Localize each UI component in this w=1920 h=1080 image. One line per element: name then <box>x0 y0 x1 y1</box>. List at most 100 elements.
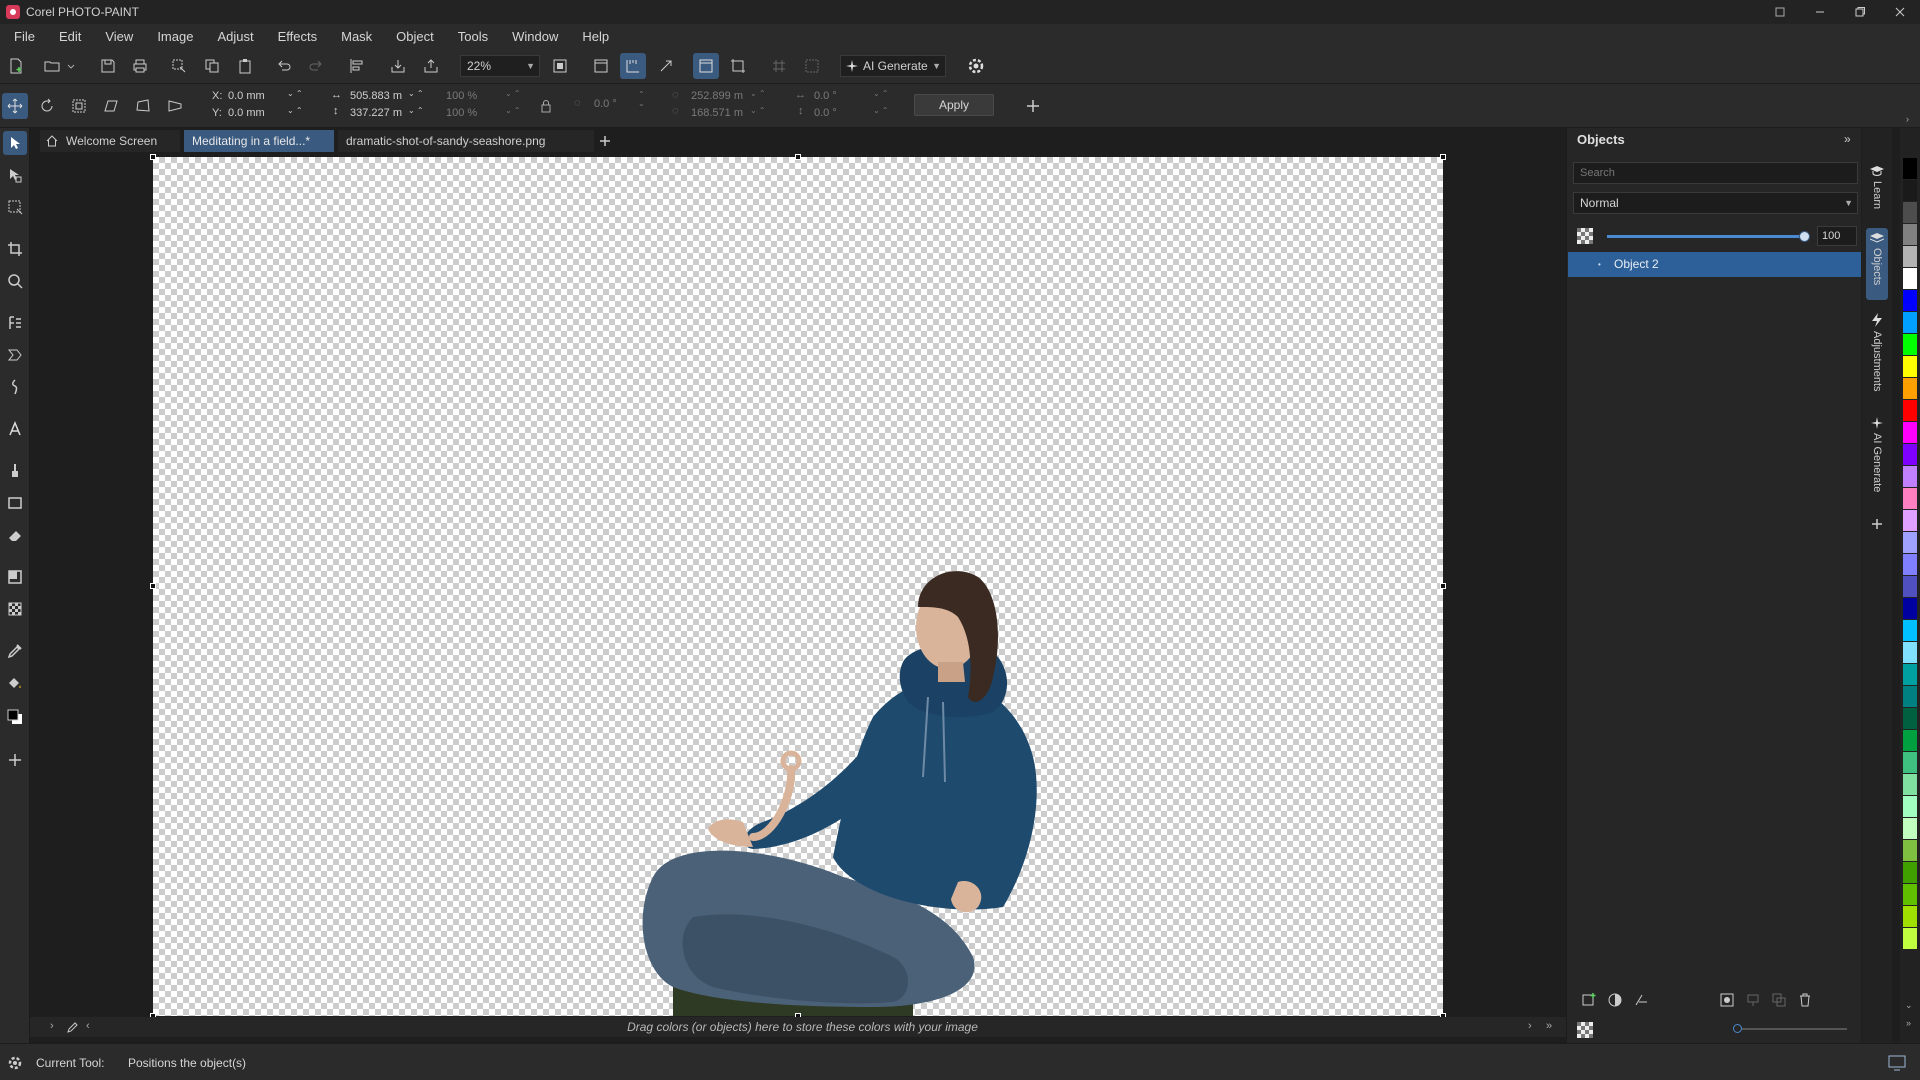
lock-ratio-icon[interactable] <box>533 93 559 119</box>
color-swatch[interactable] <box>1903 510 1917 531</box>
color-swatch[interactable] <box>1903 708 1917 729</box>
apply-button[interactable]: Apply <box>914 94 994 116</box>
crop-tool-icon[interactable] <box>3 237 27 261</box>
color-swatch[interactable] <box>1903 202 1917 223</box>
tab-meditating[interactable]: Meditating in a field...* <box>184 130 334 152</box>
export-icon[interactable] <box>418 53 444 79</box>
eyedropper-tool-icon[interactable] <box>3 639 27 663</box>
close-button[interactable] <box>1880 0 1920 24</box>
gear-icon[interactable] <box>7 1055 23 1071</box>
spin-arrows-icon[interactable]: ⌄ ⌃ <box>750 89 766 98</box>
spin-arrows-icon[interactable]: ⌄ ⌃ <box>505 106 521 115</box>
color-swatch[interactable] <box>1903 180 1917 201</box>
transparency-tool-icon[interactable] <box>3 565 27 589</box>
eraser-tool-icon[interactable] <box>3 523 27 547</box>
color-swatch[interactable] <box>1903 268 1917 289</box>
transparency-grid-icon[interactable] <box>1577 1022 1593 1038</box>
color-swatch[interactable] <box>1903 554 1917 575</box>
scale-mode-icon[interactable] <box>66 93 92 119</box>
open-dropdown-icon[interactable] <box>64 53 78 79</box>
resize-handle[interactable] <box>150 583 156 589</box>
color-swatch[interactable] <box>1903 686 1917 707</box>
color-swatch[interactable] <box>1903 466 1917 487</box>
color-swatch[interactable] <box>1903 532 1917 553</box>
color-swatch[interactable] <box>1903 884 1917 905</box>
minimize-button[interactable] <box>1800 0 1840 24</box>
object-transform-tool-icon[interactable] <box>3 163 27 187</box>
color-swatch[interactable] <box>1903 290 1917 311</box>
palette-scroll-up-icon[interactable]: › <box>1906 114 1909 124</box>
delete-trash-icon[interactable] <box>1797 992 1813 1008</box>
copy-icon[interactable] <box>199 53 225 79</box>
show-object-marquee-icon[interactable] <box>693 53 719 79</box>
tab-ai-generate[interactable]: AI Generate <box>1866 414 1888 506</box>
new-lens-icon[interactable] <box>1633 992 1649 1008</box>
spin-arrows-icon[interactable]: ⌄ ⌃ <box>408 89 424 98</box>
fill-tool-icon[interactable] <box>3 671 27 695</box>
palette-expand-icon[interactable]: » <box>1546 1020 1552 1032</box>
color-swatch[interactable] <box>1903 620 1917 641</box>
document-palette-bar[interactable]: › ‹ Drag colors (or objects) here to sto… <box>30 1017 1575 1037</box>
menu-tools[interactable]: Tools <box>458 29 488 44</box>
docker-pin-icon[interactable]: » <box>1844 132 1851 146</box>
menu-view[interactable]: View <box>105 29 133 44</box>
paint-tool-icon[interactable] <box>3 459 27 483</box>
blend-mode-dropdown[interactable]: Normal ▼ <box>1573 192 1858 214</box>
liquify-tool-icon[interactable] <box>3 375 27 399</box>
tab-objects[interactable]: Objects <box>1866 228 1888 300</box>
skew-mode-icon[interactable] <box>98 93 124 119</box>
color-swatch[interactable] <box>1903 730 1917 751</box>
options-gear-icon[interactable] <box>963 53 989 79</box>
full-screen-preview-icon[interactable] <box>588 53 614 79</box>
palette-expand-icon[interactable]: » <box>1906 1018 1911 1028</box>
add-icon[interactable] <box>1020 93 1046 119</box>
tab-learn[interactable]: Learn <box>1866 162 1888 220</box>
color-swatch[interactable] <box>1903 840 1917 861</box>
color-swatch[interactable] <box>1903 444 1917 465</box>
tab-adjustments[interactable]: Adjustments <box>1866 310 1888 402</box>
snap-icon[interactable] <box>653 53 679 79</box>
color-swatch[interactable] <box>1903 928 1917 949</box>
add-tool-icon[interactable] <box>3 748 27 772</box>
zoom-tool-icon[interactable] <box>3 269 27 293</box>
layer-expand-icon[interactable]: • <box>1598 252 1601 277</box>
color-swatch[interactable] <box>1903 906 1917 927</box>
resize-handle[interactable] <box>1440 583 1446 589</box>
menu-object[interactable]: Object <box>396 29 434 44</box>
checker-fill-tool-icon[interactable] <box>3 597 27 621</box>
resize-handle[interactable] <box>795 154 801 160</box>
mask-transform-tool-icon[interactable] <box>3 195 27 219</box>
opacity-slider[interactable] <box>1607 231 1810 242</box>
save-icon[interactable] <box>95 53 121 79</box>
rotate-mode-icon[interactable] <box>34 93 60 119</box>
red-eye-tool-icon[interactable] <box>3 311 27 335</box>
guidelines-icon[interactable] <box>799 53 825 79</box>
smear-tool-icon[interactable] <box>3 343 27 367</box>
print-icon[interactable] <box>127 53 153 79</box>
spin-arrows-icon[interactable]: ⌄ ⌃ <box>287 106 303 115</box>
new-tab-icon[interactable] <box>594 130 616 152</box>
skew-horizontal-field[interactable]: 0.0 ° <box>810 88 870 106</box>
restore-window-icon[interactable] <box>1760 0 1800 24</box>
spin-arrows-icon[interactable]: ⌄ ⌃ <box>873 89 889 98</box>
color-swatch[interactable] <box>1903 158 1917 179</box>
color-swatch[interactable] <box>1903 422 1917 443</box>
menu-image[interactable]: Image <box>157 29 193 44</box>
spin-arrows-icon[interactable]: ⌃ ⌄ <box>638 90 645 108</box>
color-swatch[interactable] <box>1903 224 1917 245</box>
spin-arrows-icon[interactable]: ⌄ ⌃ <box>408 106 424 115</box>
redo-icon[interactable] <box>303 53 329 79</box>
color-swatch[interactable] <box>1903 664 1917 685</box>
cut-icon[interactable] <box>166 53 192 79</box>
new-object-icon[interactable] <box>1581 992 1597 1008</box>
add-docker-icon[interactable] <box>1871 518 1883 530</box>
pick-tool-icon[interactable] <box>3 131 27 155</box>
tab-welcome-screen[interactable]: Welcome Screen <box>40 130 180 152</box>
new-document-icon[interactable] <box>3 53 29 79</box>
paste-icon[interactable] <box>232 53 258 79</box>
maximize-button[interactable] <box>1840 0 1880 24</box>
menu-effects[interactable]: Effects <box>278 29 318 44</box>
ai-generate-button[interactable]: AI Generate ▼ <box>840 55 946 77</box>
color-swatch[interactable] <box>1903 246 1917 267</box>
color-swatch[interactable] <box>1903 400 1917 421</box>
